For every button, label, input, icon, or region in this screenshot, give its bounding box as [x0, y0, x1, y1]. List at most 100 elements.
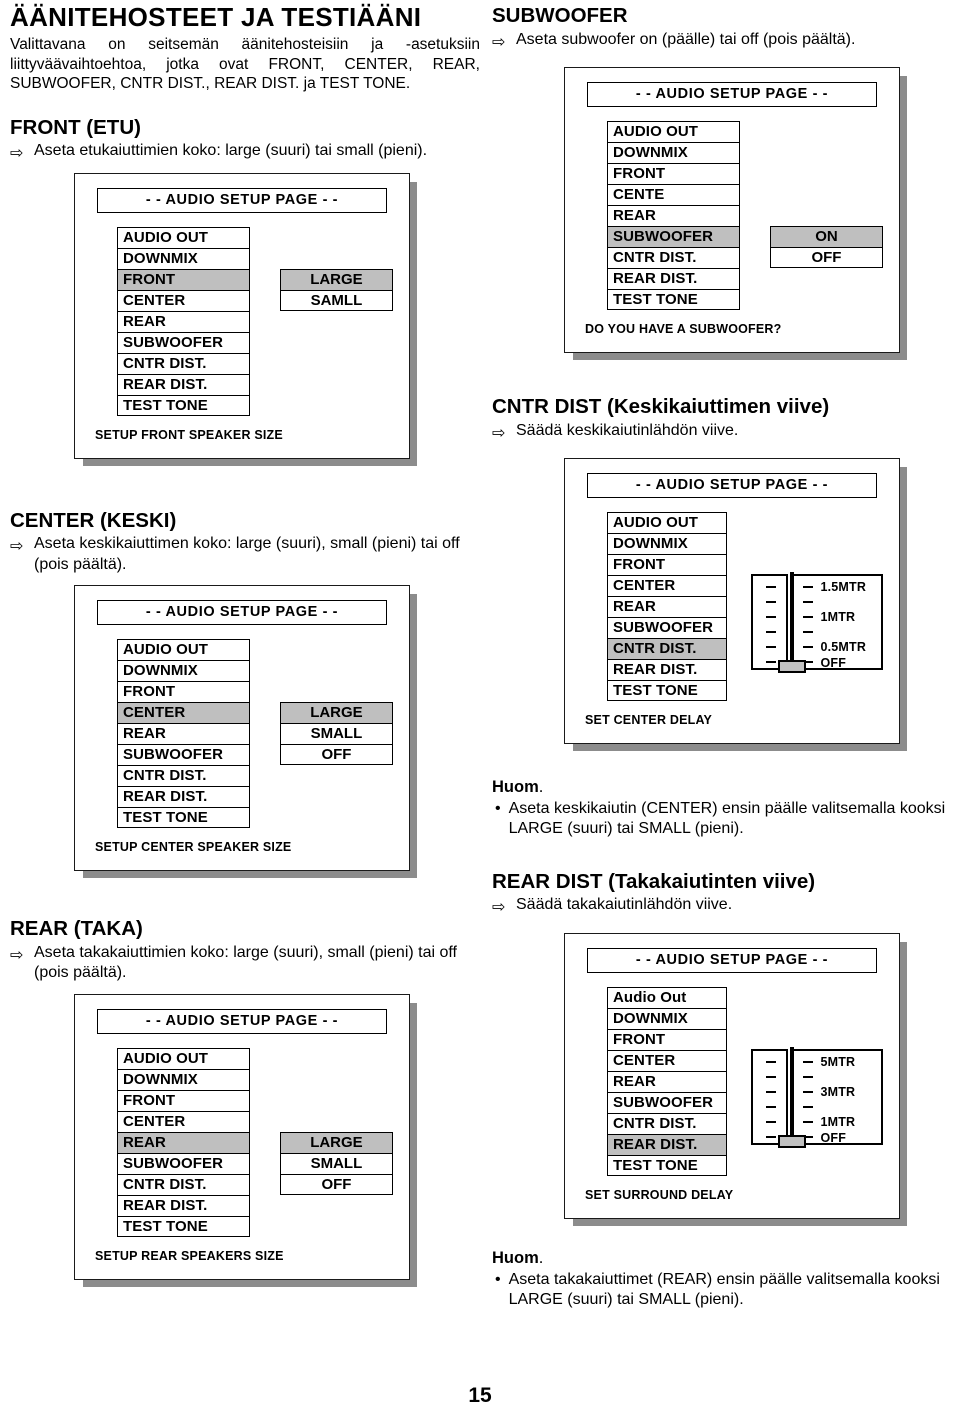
- heading-subwoofer: SUBWOOFER: [492, 4, 628, 27]
- menu-item[interactable]: AUDIO OUT: [117, 639, 250, 661]
- menu-item[interactable]: SUBWOOFER: [117, 744, 250, 766]
- menu-item[interactable]: REAR DIST.: [117, 373, 250, 395]
- menu-item[interactable]: CENTER: [117, 289, 250, 311]
- menu-item[interactable]: REAR: [607, 1070, 727, 1092]
- slider-label: 0.5MTR: [820, 640, 867, 655]
- menu-item[interactable]: CNTR DIST.: [117, 765, 250, 787]
- osd-option-list-subwoofer[interactable]: ON OFF: [769, 226, 883, 269]
- osd-rear: - - AUDIO SETUP PAGE - - AUDIO OUT DOWNM…: [74, 993, 417, 1287]
- menu-item[interactable]: TEST TONE: [607, 1154, 727, 1176]
- menu-item[interactable]: REAR DIST.: [117, 786, 250, 808]
- osd-caption-front: SETUP FRONT SPEAKER SIZE: [95, 427, 283, 442]
- slider-track-left[interactable]: [751, 1048, 789, 1145]
- menu-item[interactable]: DOWNMIX: [607, 533, 727, 555]
- arrow-right-icon: ⇨: [10, 946, 24, 964]
- menu-item[interactable]: TEST TONE: [117, 807, 250, 829]
- menu-item[interactable]: CENTER: [607, 1049, 727, 1071]
- menu-item[interactable]: DOWNMIX: [607, 1007, 727, 1029]
- menu-item[interactable]: CNTR DIST.: [607, 247, 740, 269]
- menu-item[interactable]: DOWNMIX: [117, 1068, 250, 1090]
- menu-item[interactable]: SUBWOOFER: [117, 331, 250, 353]
- option-item-selected[interactable]: LARGE: [279, 702, 393, 724]
- menu-item[interactable]: FRONT: [117, 681, 250, 703]
- menu-item[interactable]: CENTE: [607, 184, 740, 206]
- menu-item[interactable]: FRONT: [117, 1089, 250, 1111]
- osd-menu-list-front[interactable]: AUDIO OUT DOWNMIX FRONT CENTER REAR SUBW…: [117, 226, 250, 416]
- option-item-selected[interactable]: LARGE: [279, 268, 393, 290]
- slider-scale-right[interactable]: 1.5MTR 1MTR 0.5MTR OFF: [792, 574, 883, 671]
- menu-item-selected[interactable]: CENTER: [117, 702, 250, 724]
- menu-item[interactable]: DOWNMIX: [607, 142, 740, 164]
- instruction-subwoofer: ⇨ Aseta subwoofer on (päälle) tai off (p…: [492, 30, 960, 53]
- slider-scale-right[interactable]: 5MTR 3MTR 1MTR OFF: [792, 1048, 883, 1145]
- menu-item[interactable]: FRONT: [607, 1028, 727, 1050]
- slider-label: 1MTR: [820, 610, 856, 625]
- menu-item[interactable]: TEST TONE: [607, 680, 727, 702]
- surround-delay-slider[interactable]: 5MTR 3MTR 1MTR OFF: [751, 1046, 883, 1148]
- menu-item[interactable]: FRONT: [607, 554, 727, 576]
- menu-item[interactable]: AUDIO OUT: [607, 512, 727, 534]
- menu-item[interactable]: REAR: [607, 596, 727, 618]
- menu-item[interactable]: REAR: [607, 205, 740, 227]
- osd-caption-cntr-dist: SET CENTER DELAY: [585, 713, 713, 728]
- option-item-selected[interactable]: LARGE: [279, 1131, 393, 1153]
- option-item[interactable]: OFF: [279, 744, 393, 766]
- option-item-selected[interactable]: ON: [769, 226, 883, 248]
- osd-header-rear: - - AUDIO SETUP PAGE - -: [97, 1008, 387, 1034]
- menu-item[interactable]: SUBWOOFER: [607, 1091, 727, 1113]
- menu-item-selected[interactable]: FRONT: [117, 268, 250, 290]
- osd-menu-list-cntr-dist[interactable]: AUDIO OUT DOWNMIX FRONT CENTER REAR SUBW…: [607, 512, 727, 702]
- center-delay-slider[interactable]: 1.5MTR 1MTR 0.5MTR OFF: [751, 572, 883, 674]
- menu-item[interactable]: SUBWOOFER: [117, 1152, 250, 1174]
- menu-item[interactable]: REAR: [117, 310, 250, 332]
- osd-option-list-rear[interactable]: LARGE SMALL OFF: [279, 1131, 393, 1195]
- menu-item[interactable]: FRONT: [607, 163, 740, 185]
- menu-item[interactable]: CNTR DIST.: [117, 1173, 250, 1195]
- arrow-right-icon: ⇨: [10, 145, 24, 163]
- menu-item-selected[interactable]: CNTR DIST.: [607, 638, 727, 660]
- osd-menu-list-rear-dist[interactable]: Audio Out DOWNMIX FRONT CENTER REAR SUBW…: [607, 986, 727, 1176]
- osd-menu-list-subwoofer[interactable]: AUDIO OUT DOWNMIX FRONT CENTE REAR SUBWO…: [607, 121, 740, 311]
- osd-option-list-front[interactable]: LARGE SAMLL: [279, 268, 393, 311]
- slider-label: 1MTR: [820, 1114, 856, 1129]
- menu-item-selected[interactable]: REAR DIST.: [607, 1133, 727, 1155]
- osd-option-list-center[interactable]: LARGE SMALL OFF: [279, 702, 393, 766]
- option-item[interactable]: OFF: [769, 247, 883, 269]
- menu-item-selected[interactable]: REAR: [117, 1131, 250, 1153]
- osd-menu-list-rear[interactable]: AUDIO OUT DOWNMIX FRONT CENTER REAR SUBW…: [117, 1047, 250, 1237]
- menu-item[interactable]: DOWNMIX: [117, 247, 250, 269]
- manual-page: ÄÄNITEHOSTEET JA TESTIÄÄNI Valittavana o…: [0, 0, 960, 1422]
- menu-item[interactable]: AUDIO OUT: [607, 121, 740, 143]
- option-item[interactable]: SMALL: [279, 723, 393, 745]
- slider-thumb[interactable]: [778, 660, 806, 674]
- slider-track-left[interactable]: [751, 574, 789, 671]
- menu-item[interactable]: CENTER: [607, 575, 727, 597]
- slider-label: OFF: [820, 1130, 847, 1145]
- menu-item[interactable]: REAR DIST.: [607, 268, 740, 290]
- heading-cntr-dist: CNTR DIST (Keskikaiuttimen viive): [492, 395, 830, 419]
- menu-item[interactable]: TEST TONE: [117, 394, 250, 416]
- option-item[interactable]: OFF: [279, 1173, 393, 1195]
- arrow-right-icon: ⇨: [492, 424, 506, 442]
- menu-item[interactable]: CNTR DIST.: [117, 352, 250, 374]
- option-item[interactable]: SMALL: [279, 1152, 393, 1174]
- menu-item[interactable]: TEST TONE: [117, 1215, 250, 1237]
- slider-thumb[interactable]: [778, 1134, 806, 1148]
- page-title: ÄÄNITEHOSTEET JA TESTIÄÄNI: [10, 2, 422, 32]
- menu-item[interactable]: AUDIO OUT: [117, 1047, 250, 1069]
- menu-item[interactable]: REAR DIST.: [607, 659, 727, 681]
- osd-menu-list-center[interactable]: AUDIO OUT DOWNMIX FRONT CENTER REAR SUBW…: [117, 639, 250, 829]
- osd-subwoofer: - - AUDIO SETUP PAGE - - AUDIO OUT DOWNM…: [564, 67, 907, 361]
- menu-item[interactable]: CNTR DIST.: [607, 1112, 727, 1134]
- menu-item[interactable]: SUBWOOFER: [607, 617, 727, 639]
- page-number: 15: [468, 1384, 492, 1407]
- menu-item[interactable]: TEST TONE: [607, 289, 740, 311]
- menu-item[interactable]: REAR: [117, 723, 250, 745]
- menu-item[interactable]: CENTER: [117, 1110, 250, 1132]
- menu-item[interactable]: DOWNMIX: [117, 660, 250, 682]
- menu-item[interactable]: Audio Out: [607, 986, 727, 1008]
- option-item[interactable]: SAMLL: [279, 289, 393, 311]
- menu-item[interactable]: AUDIO OUT: [117, 226, 250, 248]
- menu-item[interactable]: REAR DIST.: [117, 1194, 250, 1216]
- menu-item-selected[interactable]: SUBWOOFER: [607, 226, 740, 248]
